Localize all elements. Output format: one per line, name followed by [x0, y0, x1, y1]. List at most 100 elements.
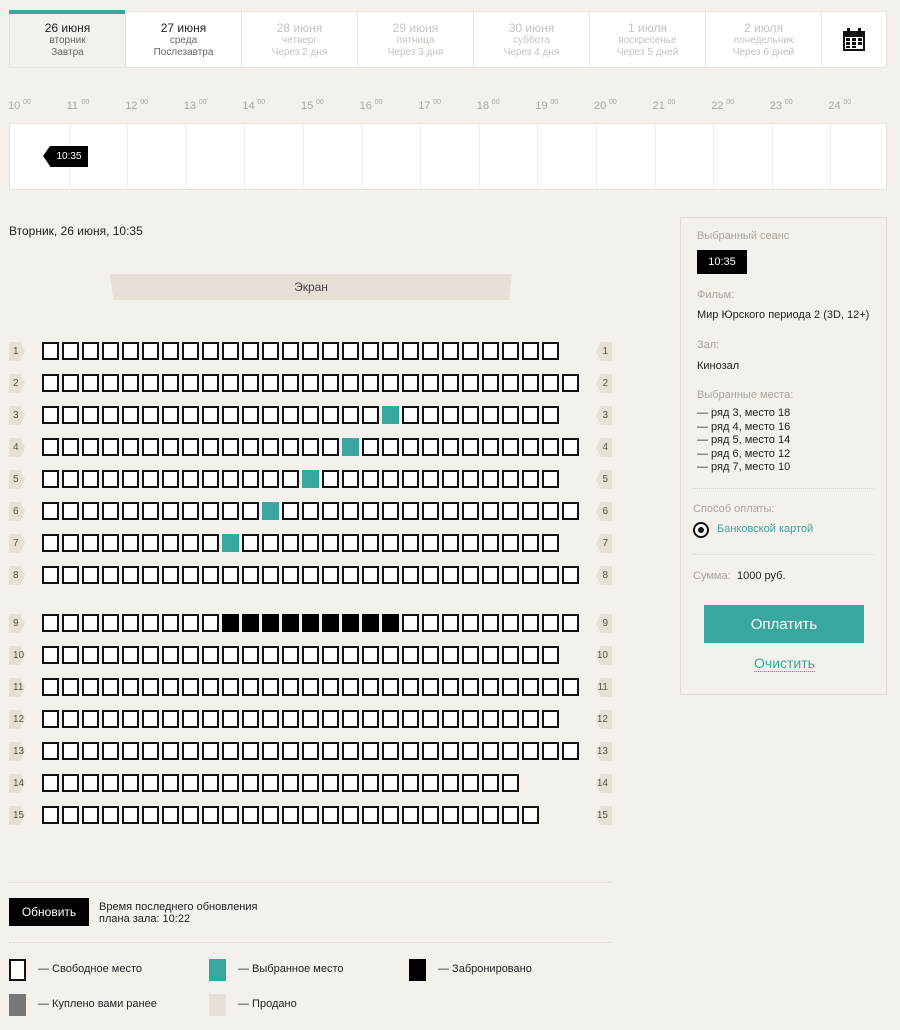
seat[interactable] [102, 646, 119, 664]
seat[interactable] [362, 678, 379, 696]
seat[interactable] [302, 646, 319, 664]
seat[interactable] [402, 646, 419, 664]
seat[interactable] [302, 406, 319, 424]
seat[interactable] [442, 534, 459, 552]
seat[interactable] [522, 614, 539, 632]
seat[interactable] [102, 470, 119, 488]
seat[interactable] [242, 678, 259, 696]
seat[interactable] [82, 614, 99, 632]
seat[interactable] [402, 774, 419, 792]
seat[interactable] [82, 774, 99, 792]
seat[interactable] [142, 710, 159, 728]
seat[interactable] [342, 438, 359, 456]
seat[interactable] [362, 534, 379, 552]
seat[interactable] [442, 470, 459, 488]
seat[interactable] [362, 646, 379, 664]
seat[interactable] [122, 774, 139, 792]
seat[interactable] [462, 614, 479, 632]
seat[interactable] [302, 774, 319, 792]
seat[interactable] [42, 342, 59, 360]
seat[interactable] [62, 742, 79, 760]
seat[interactable] [242, 534, 259, 552]
seat[interactable] [122, 406, 139, 424]
seat[interactable] [542, 374, 559, 392]
seat[interactable] [282, 710, 299, 728]
seat[interactable] [82, 678, 99, 696]
seat[interactable] [442, 566, 459, 584]
seat[interactable] [42, 806, 59, 824]
seat[interactable] [462, 646, 479, 664]
seat[interactable] [82, 646, 99, 664]
seat[interactable] [462, 470, 479, 488]
seat[interactable] [542, 614, 559, 632]
seat[interactable] [242, 502, 259, 520]
seat[interactable] [282, 566, 299, 584]
seat[interactable] [382, 678, 399, 696]
seat[interactable] [362, 614, 379, 632]
seat[interactable] [82, 742, 99, 760]
seat[interactable] [242, 470, 259, 488]
seat[interactable] [322, 774, 339, 792]
seat[interactable] [242, 614, 259, 632]
seat[interactable] [182, 710, 199, 728]
seat[interactable] [62, 534, 79, 552]
seat[interactable] [562, 742, 579, 760]
seat[interactable] [382, 342, 399, 360]
seat[interactable] [142, 438, 159, 456]
seat[interactable] [302, 614, 319, 632]
seat[interactable] [162, 806, 179, 824]
seat[interactable] [422, 678, 439, 696]
seat[interactable] [282, 742, 299, 760]
seat[interactable] [182, 438, 199, 456]
seat[interactable] [382, 566, 399, 584]
seat[interactable] [382, 438, 399, 456]
seat[interactable] [302, 438, 319, 456]
seat[interactable] [322, 566, 339, 584]
seat[interactable] [142, 774, 159, 792]
seat[interactable] [442, 438, 459, 456]
seat[interactable] [202, 374, 219, 392]
seat[interactable] [282, 374, 299, 392]
seat[interactable] [342, 534, 359, 552]
seat[interactable] [502, 374, 519, 392]
seat[interactable] [342, 742, 359, 760]
seat[interactable] [302, 374, 319, 392]
seat[interactable] [82, 806, 99, 824]
seat[interactable] [182, 678, 199, 696]
seat[interactable] [442, 374, 459, 392]
seat[interactable] [222, 774, 239, 792]
seat[interactable] [62, 646, 79, 664]
date-tab-6[interactable]: 2 июля понедельник Через 6 дней [706, 12, 822, 67]
seat[interactable] [562, 614, 579, 632]
seat[interactable] [162, 374, 179, 392]
seat[interactable] [422, 806, 439, 824]
seat[interactable] [262, 646, 279, 664]
seat[interactable] [462, 806, 479, 824]
seat[interactable] [302, 678, 319, 696]
seat[interactable] [282, 678, 299, 696]
seat[interactable] [342, 406, 359, 424]
seat[interactable] [162, 406, 179, 424]
seat[interactable] [102, 534, 119, 552]
seat[interactable] [482, 646, 499, 664]
seat[interactable] [162, 342, 179, 360]
seat[interactable] [542, 406, 559, 424]
seat[interactable] [182, 806, 199, 824]
seat[interactable] [122, 566, 139, 584]
seat[interactable] [222, 566, 239, 584]
seat[interactable] [542, 502, 559, 520]
seat[interactable] [222, 646, 239, 664]
seat[interactable] [522, 502, 539, 520]
seat[interactable] [42, 646, 59, 664]
seat[interactable] [482, 406, 499, 424]
seat[interactable] [502, 742, 519, 760]
seat[interactable] [62, 806, 79, 824]
seat[interactable] [162, 774, 179, 792]
seat[interactable] [502, 646, 519, 664]
seat[interactable] [462, 374, 479, 392]
seat[interactable] [362, 406, 379, 424]
seat[interactable] [182, 646, 199, 664]
seat[interactable] [362, 502, 379, 520]
seat[interactable] [442, 502, 459, 520]
seat[interactable] [362, 470, 379, 488]
